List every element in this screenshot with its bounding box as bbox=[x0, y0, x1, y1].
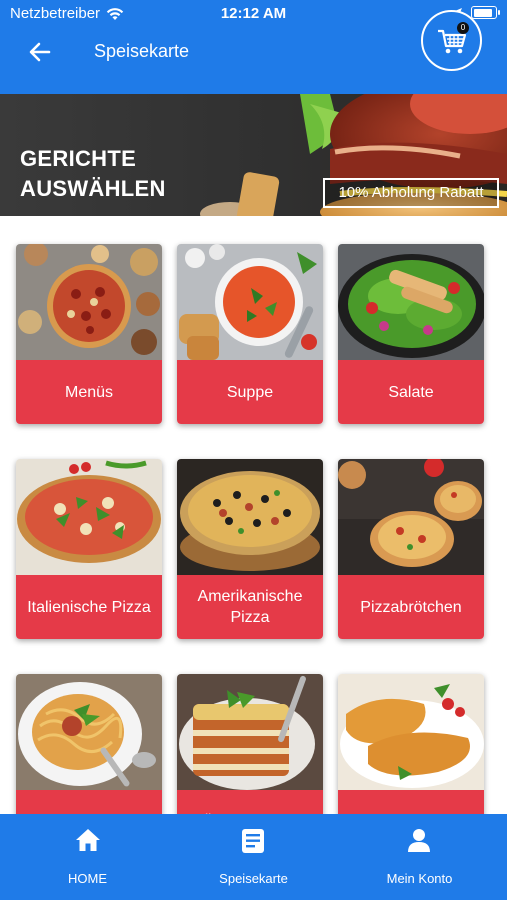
battery-fill bbox=[473, 8, 492, 17]
home-icon bbox=[76, 829, 100, 851]
banner-headline-line1: GERICHTE bbox=[20, 146, 137, 171]
category-label bbox=[338, 790, 484, 814]
nav-label-home: HOME bbox=[68, 871, 107, 886]
page-title: Speisekarte bbox=[94, 41, 190, 61]
category-card-italienische-pizza[interactable]: Italienische Pizza bbox=[16, 459, 162, 639]
menus-image bbox=[16, 244, 162, 360]
cart-button[interactable]: 0 bbox=[421, 10, 482, 71]
back-arrow-icon bbox=[29, 42, 51, 62]
ueberbackene-image bbox=[177, 674, 323, 790]
category-label bbox=[16, 790, 162, 814]
pasta-image bbox=[16, 674, 162, 790]
schnitzel-image bbox=[338, 674, 484, 790]
category-card-schnitzel[interactable] bbox=[338, 674, 484, 814]
category-label: Italienische Pizza bbox=[16, 575, 162, 639]
menu-card-icon bbox=[242, 829, 264, 853]
category-label: Amerikanische Pizza bbox=[177, 575, 323, 639]
category-grid: Menüs Suppe Salate Italienische Pizza Am… bbox=[0, 216, 507, 814]
category-label: Suppe bbox=[177, 360, 323, 424]
italienische-pizza-image bbox=[16, 459, 162, 575]
salate-image bbox=[338, 244, 484, 360]
category-label: Menüs bbox=[16, 360, 162, 424]
category-card-ueberbackene[interactable]: Überbackene bbox=[177, 674, 323, 814]
bottom-navigation: HOME Speisekarte Mein Konto bbox=[0, 814, 507, 900]
category-card-menus[interactable]: Menüs bbox=[16, 244, 162, 424]
hero-banner: GERICHTE AUSWÄHLEN 10% Abholung Rabatt bbox=[0, 94, 507, 216]
category-label: Überbackene bbox=[177, 790, 323, 814]
category-card-amerikanische-pizza[interactable]: Amerikanische Pizza bbox=[177, 459, 323, 639]
category-card-suppe[interactable]: Suppe bbox=[177, 244, 323, 424]
category-card-salate[interactable]: Salate bbox=[338, 244, 484, 424]
nav-label-mein-konto: Mein Konto bbox=[386, 871, 453, 886]
pizzabroetchen-image bbox=[338, 459, 484, 575]
banner-headline-line2: AUSWÄHLEN bbox=[20, 176, 166, 201]
category-card-pasta[interactable] bbox=[16, 674, 162, 814]
category-label: Salate bbox=[338, 360, 484, 424]
nav-item-speisekarte[interactable]: Speisekarte bbox=[169, 814, 338, 900]
nav-item-home[interactable]: HOME bbox=[3, 814, 172, 900]
banner-headline: GERICHTE AUSWÄHLEN bbox=[20, 144, 166, 204]
cart-count-badge: 0 bbox=[457, 22, 469, 34]
amerikanische-pizza-image bbox=[177, 459, 323, 575]
promo-badge: 10% Abholung Rabatt bbox=[323, 178, 499, 208]
suppe-image bbox=[177, 244, 323, 360]
nav-item-mein-konto[interactable]: Mein Konto bbox=[335, 814, 504, 900]
back-button[interactable] bbox=[24, 38, 56, 66]
category-card-pizzabroetchen[interactable]: Pizzabrötchen bbox=[338, 459, 484, 639]
account-icon bbox=[408, 829, 430, 852]
category-label: Pizzabrötchen bbox=[338, 575, 484, 639]
nav-label-speisekarte: Speisekarte bbox=[219, 871, 288, 886]
battery-icon bbox=[471, 6, 500, 19]
